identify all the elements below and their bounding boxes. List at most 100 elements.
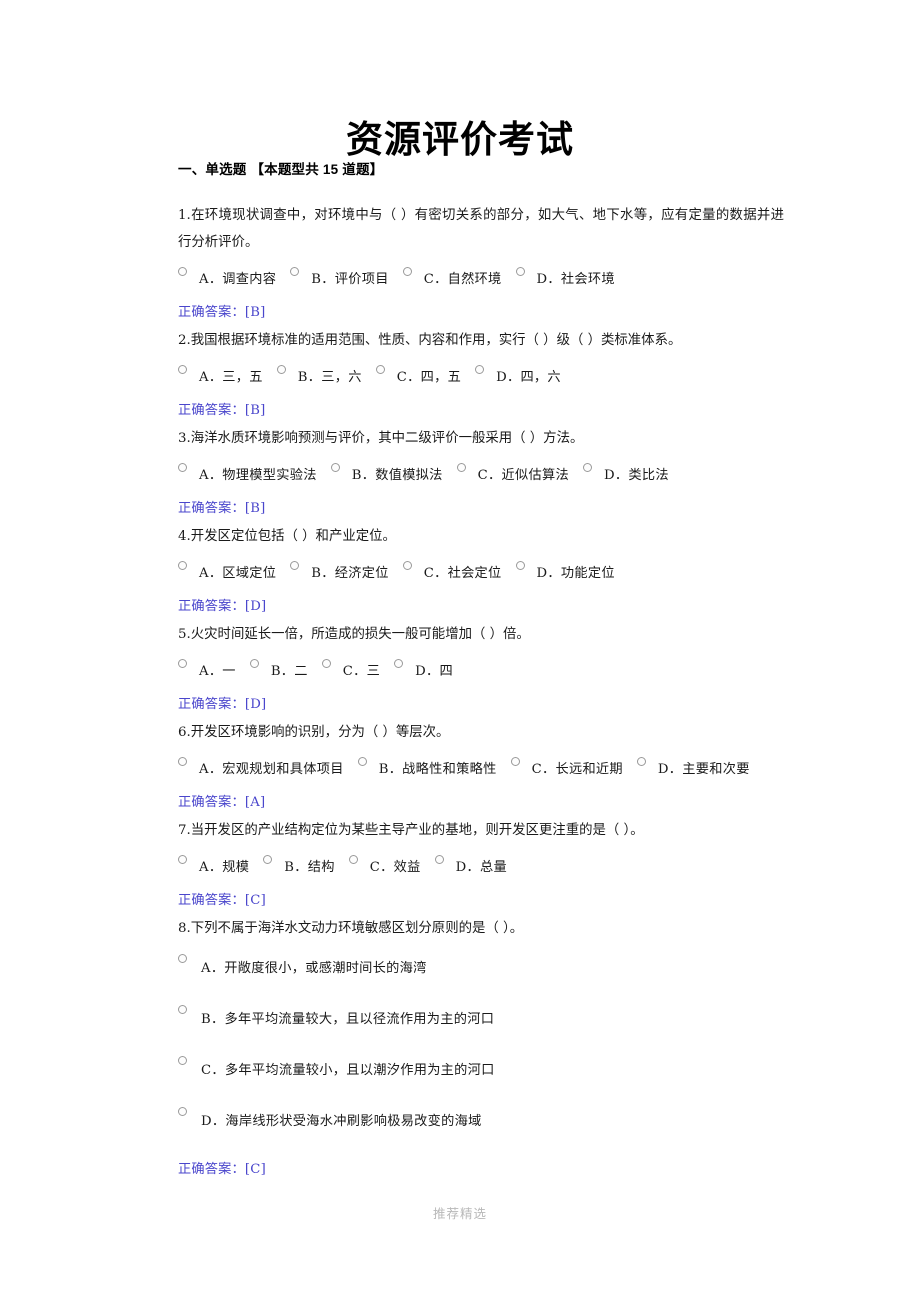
radio-button-icon[interactable] [249,659,259,668]
option-choice[interactable]: D．功能定位 [515,561,615,581]
option-list: A．区域定位 B．经济定位 C．社会定位 D．功能定位 [178,559,784,589]
option-list: A．一 B．二 C．三 D．四 [178,657,784,687]
correct-answer: 正确答案：[B] [178,501,266,516]
option-choice[interactable]: D．类比法 [582,463,669,483]
option-choice[interactable]: B．数值模拟法 [330,463,443,483]
radio-button-icon[interactable] [402,561,412,570]
radio-button-icon[interactable] [178,1056,187,1065]
question-stem: 6.开发区环境影响的识别，分为（ ）等层次。 [178,725,450,740]
option-choice[interactable]: B．战略性和策略性 [357,757,497,777]
correct-answer: 正确答案：[C] [178,1162,266,1177]
option-choice[interactable]: C．多年平均流量较小，且以潮汐作用为主的河口 [178,1056,784,1081]
option-choice[interactable]: A．规模 [178,855,250,875]
option-label: B．经济定位 [311,566,389,581]
radio-button-icon[interactable] [515,561,525,570]
option-label: A．物理模型实验法 [199,468,317,483]
option-label: B．多年平均流量较大，且以径流作用为主的河口 [201,1012,495,1027]
option-list: A．开敞度很小，或感潮时间长的海湾 B．多年平均流量较大，且以径流作用为主的河口 C… [178,954,784,1132]
option-label: D．总量 [455,860,507,875]
radio-button-icon[interactable] [263,855,273,864]
option-label: C．近似估算法 [477,468,569,483]
section-header: 一、单选题 【本题型共 15 道题】 [178,162,384,177]
option-choice[interactable]: B．经济定位 [290,561,389,581]
radio-button-icon[interactable] [178,954,187,963]
radio-button-icon[interactable] [330,463,340,472]
option-choice[interactable]: D．海岸线形状受海水冲刷影响极易改变的海域 [178,1107,784,1132]
option-choice[interactable]: D．四，六 [475,365,561,385]
option-choice[interactable]: D．主要和次要 [636,757,750,777]
question-stem: 1.在环境现状调查中，对环境中与（ ）有密切关系的部分，如大气、地下水等，应有定… [178,208,784,250]
option-choice[interactable]: B．多年平均流量较大，且以径流作用为主的河口 [178,1005,784,1030]
option-label: D．类比法 [603,468,669,483]
radio-button-icon[interactable] [321,659,331,668]
radio-button-icon[interactable] [394,659,404,668]
radio-button-icon[interactable] [178,1107,187,1116]
radio-button-icon[interactable] [178,659,187,668]
correct-answer: 正确答案：[C] [178,893,266,908]
radio-button-icon[interactable] [515,267,525,276]
radio-button-icon[interactable] [434,855,444,864]
radio-button-icon[interactable] [510,757,520,766]
footer-watermark: 推荐精选 [432,1206,487,1221]
option-label: D．主要和次要 [657,762,750,777]
radio-button-icon[interactable] [178,855,187,864]
option-label: A．规模 [199,860,250,875]
option-label: C．多年平均流量较小，且以潮汐作用为主的河口 [201,1063,495,1078]
option-choice[interactable]: B．评价项目 [290,267,389,287]
radio-button-icon[interactable] [178,267,187,276]
radio-button-icon[interactable] [357,757,367,766]
option-choice[interactable]: B．二 [249,659,308,679]
page-title: 资源评价考试 [346,117,574,161]
option-choice[interactable]: A．区域定位 [178,561,276,581]
radio-button-icon[interactable] [475,365,485,374]
radio-button-icon[interactable] [402,267,412,276]
radio-button-icon[interactable] [582,463,592,472]
question-block: 2.我国根据环境标准的适用范围、性质、内容和作用，实行（ ）级（ ）类标准体系。… [178,327,784,423]
option-choice[interactable]: A．一 [178,659,236,679]
option-choice[interactable]: C．近似估算法 [456,463,569,483]
option-choice[interactable]: C．自然环境 [402,267,502,287]
question-block: 5.火灾时间延长一倍，所造成的损失一般可能增加（ ）倍。 A．一 B．二 C．三 D．四… [178,621,784,717]
option-choice[interactable]: B．三，六 [276,365,362,385]
option-choice[interactable]: D．四 [394,659,453,679]
option-choice[interactable]: C．四，五 [375,365,462,385]
option-label: A．三，五 [199,370,263,385]
option-choice[interactable]: A．宏观规划和具体项目 [178,757,344,777]
correct-answer: 正确答案：[B] [178,305,266,320]
option-choice[interactable]: D．社会环境 [515,267,615,287]
option-choice[interactable]: B．结构 [263,855,335,875]
radio-button-icon[interactable] [178,463,187,472]
document-content: 一、单选题 【本题型共 15 道题】 1.在环境现状调查中，对环境中与（ ）有密… [178,160,784,1184]
option-choice[interactable]: A．调查内容 [178,267,276,287]
option-choice[interactable]: A．开敞度很小，或感潮时间长的海湾 [178,954,784,979]
option-label: C．四，五 [396,370,462,385]
option-choice[interactable]: A．三，五 [178,365,263,385]
radio-button-icon[interactable] [456,463,466,472]
option-label: A．宏观规划和具体项目 [199,762,344,777]
radio-button-icon[interactable] [178,365,187,374]
radio-button-icon[interactable] [375,365,385,374]
radio-button-icon[interactable] [290,267,300,276]
option-choice[interactable]: A．物理模型实验法 [178,463,317,483]
radio-button-icon[interactable] [636,757,646,766]
option-label: B．评价项目 [311,272,389,287]
option-label: B．二 [270,664,308,679]
option-choice[interactable]: C．三 [321,659,380,679]
option-list: A．规模 B．结构 C．效益 D．总量 [178,853,784,883]
correct-answer: 正确答案：[A] [178,795,266,810]
option-label: C．效益 [369,860,421,875]
option-label: B．结构 [284,860,335,875]
option-choice[interactable]: C．社会定位 [402,561,502,581]
option-choice[interactable]: C．效益 [348,855,421,875]
radio-button-icon[interactable] [276,365,286,374]
radio-button-icon[interactable] [178,757,187,766]
option-choice[interactable]: D．总量 [434,855,507,875]
radio-button-icon[interactable] [178,561,187,570]
option-choice[interactable]: C．长远和近期 [510,757,623,777]
radio-button-icon[interactable] [290,561,300,570]
radio-button-icon[interactable] [348,855,358,864]
option-label: A．一 [199,664,236,679]
radio-button-icon[interactable] [178,1005,187,1014]
option-label: D．社会环境 [536,272,615,287]
option-label: B．三，六 [297,370,362,385]
